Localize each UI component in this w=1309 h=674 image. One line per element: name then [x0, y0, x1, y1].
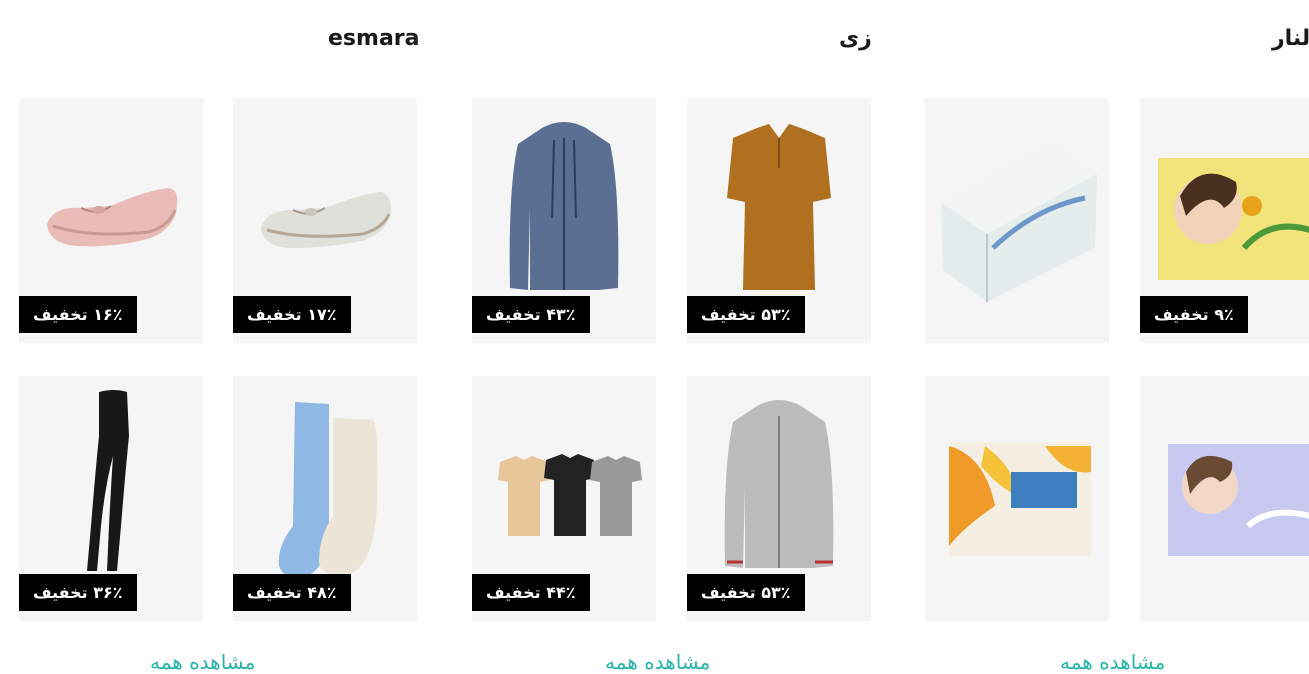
- product-card[interactable]: ۱۶٪ تخفیف: [19, 98, 203, 343]
- discount-badge: ۴۳٪ تخفیف: [472, 296, 590, 333]
- discount-badge: ۵۳٪ تخفیف: [687, 574, 805, 611]
- view-all-link[interactable]: مشاهده همه: [150, 650, 255, 674]
- product-card[interactable]: ۳۶٪ تخفیف: [19, 376, 203, 621]
- discount-badge: ۴۸٪ تخفیف: [233, 574, 351, 611]
- discount-badge: ۹٪ تخفیف: [1140, 296, 1248, 333]
- product-card[interactable]: [1140, 376, 1309, 621]
- product-card[interactable]: ۴۸٪ تخفیف: [233, 376, 417, 621]
- discount-badge: ۳۶٪ تخفیف: [19, 574, 137, 611]
- store-title-zi[interactable]: زی: [839, 26, 872, 51]
- product-card[interactable]: [925, 376, 1109, 621]
- product-card[interactable]: ۵۳٪ تخفیف: [687, 376, 871, 621]
- discount-badge: ۴۴٪ تخفیف: [472, 574, 590, 611]
- tissue-box-icon: [941, 140, 1097, 302]
- product-card[interactable]: [925, 98, 1109, 343]
- product-card[interactable]: ۴۳٪ تخفیف: [472, 98, 656, 343]
- store-title-esmara[interactable]: esmara: [328, 26, 419, 51]
- product-card[interactable]: ۹٪ تخفیف: [1140, 98, 1309, 343]
- golnar-soap-purple-icon: [1168, 444, 1309, 556]
- product-card[interactable]: ۴۴٪ تخفیف: [472, 376, 656, 621]
- discount-badge: ۱۷٪ تخفیف: [233, 296, 351, 333]
- view-all-link[interactable]: مشاهده همه: [1060, 650, 1165, 674]
- store-title-golnar[interactable]: لنار: [1272, 26, 1309, 51]
- product-card[interactable]: ۵۳٪ تخفیف: [687, 98, 871, 343]
- discount-badge: ۵۳٪ تخفیف: [687, 296, 805, 333]
- discount-badge: ۱۶٪ تخفیف: [19, 296, 137, 333]
- golnar-soap-box-icon: [949, 442, 1091, 556]
- product-card[interactable]: ۱۷٪ تخفیف: [233, 98, 417, 343]
- view-all-link[interactable]: مشاهده همه: [605, 650, 710, 674]
